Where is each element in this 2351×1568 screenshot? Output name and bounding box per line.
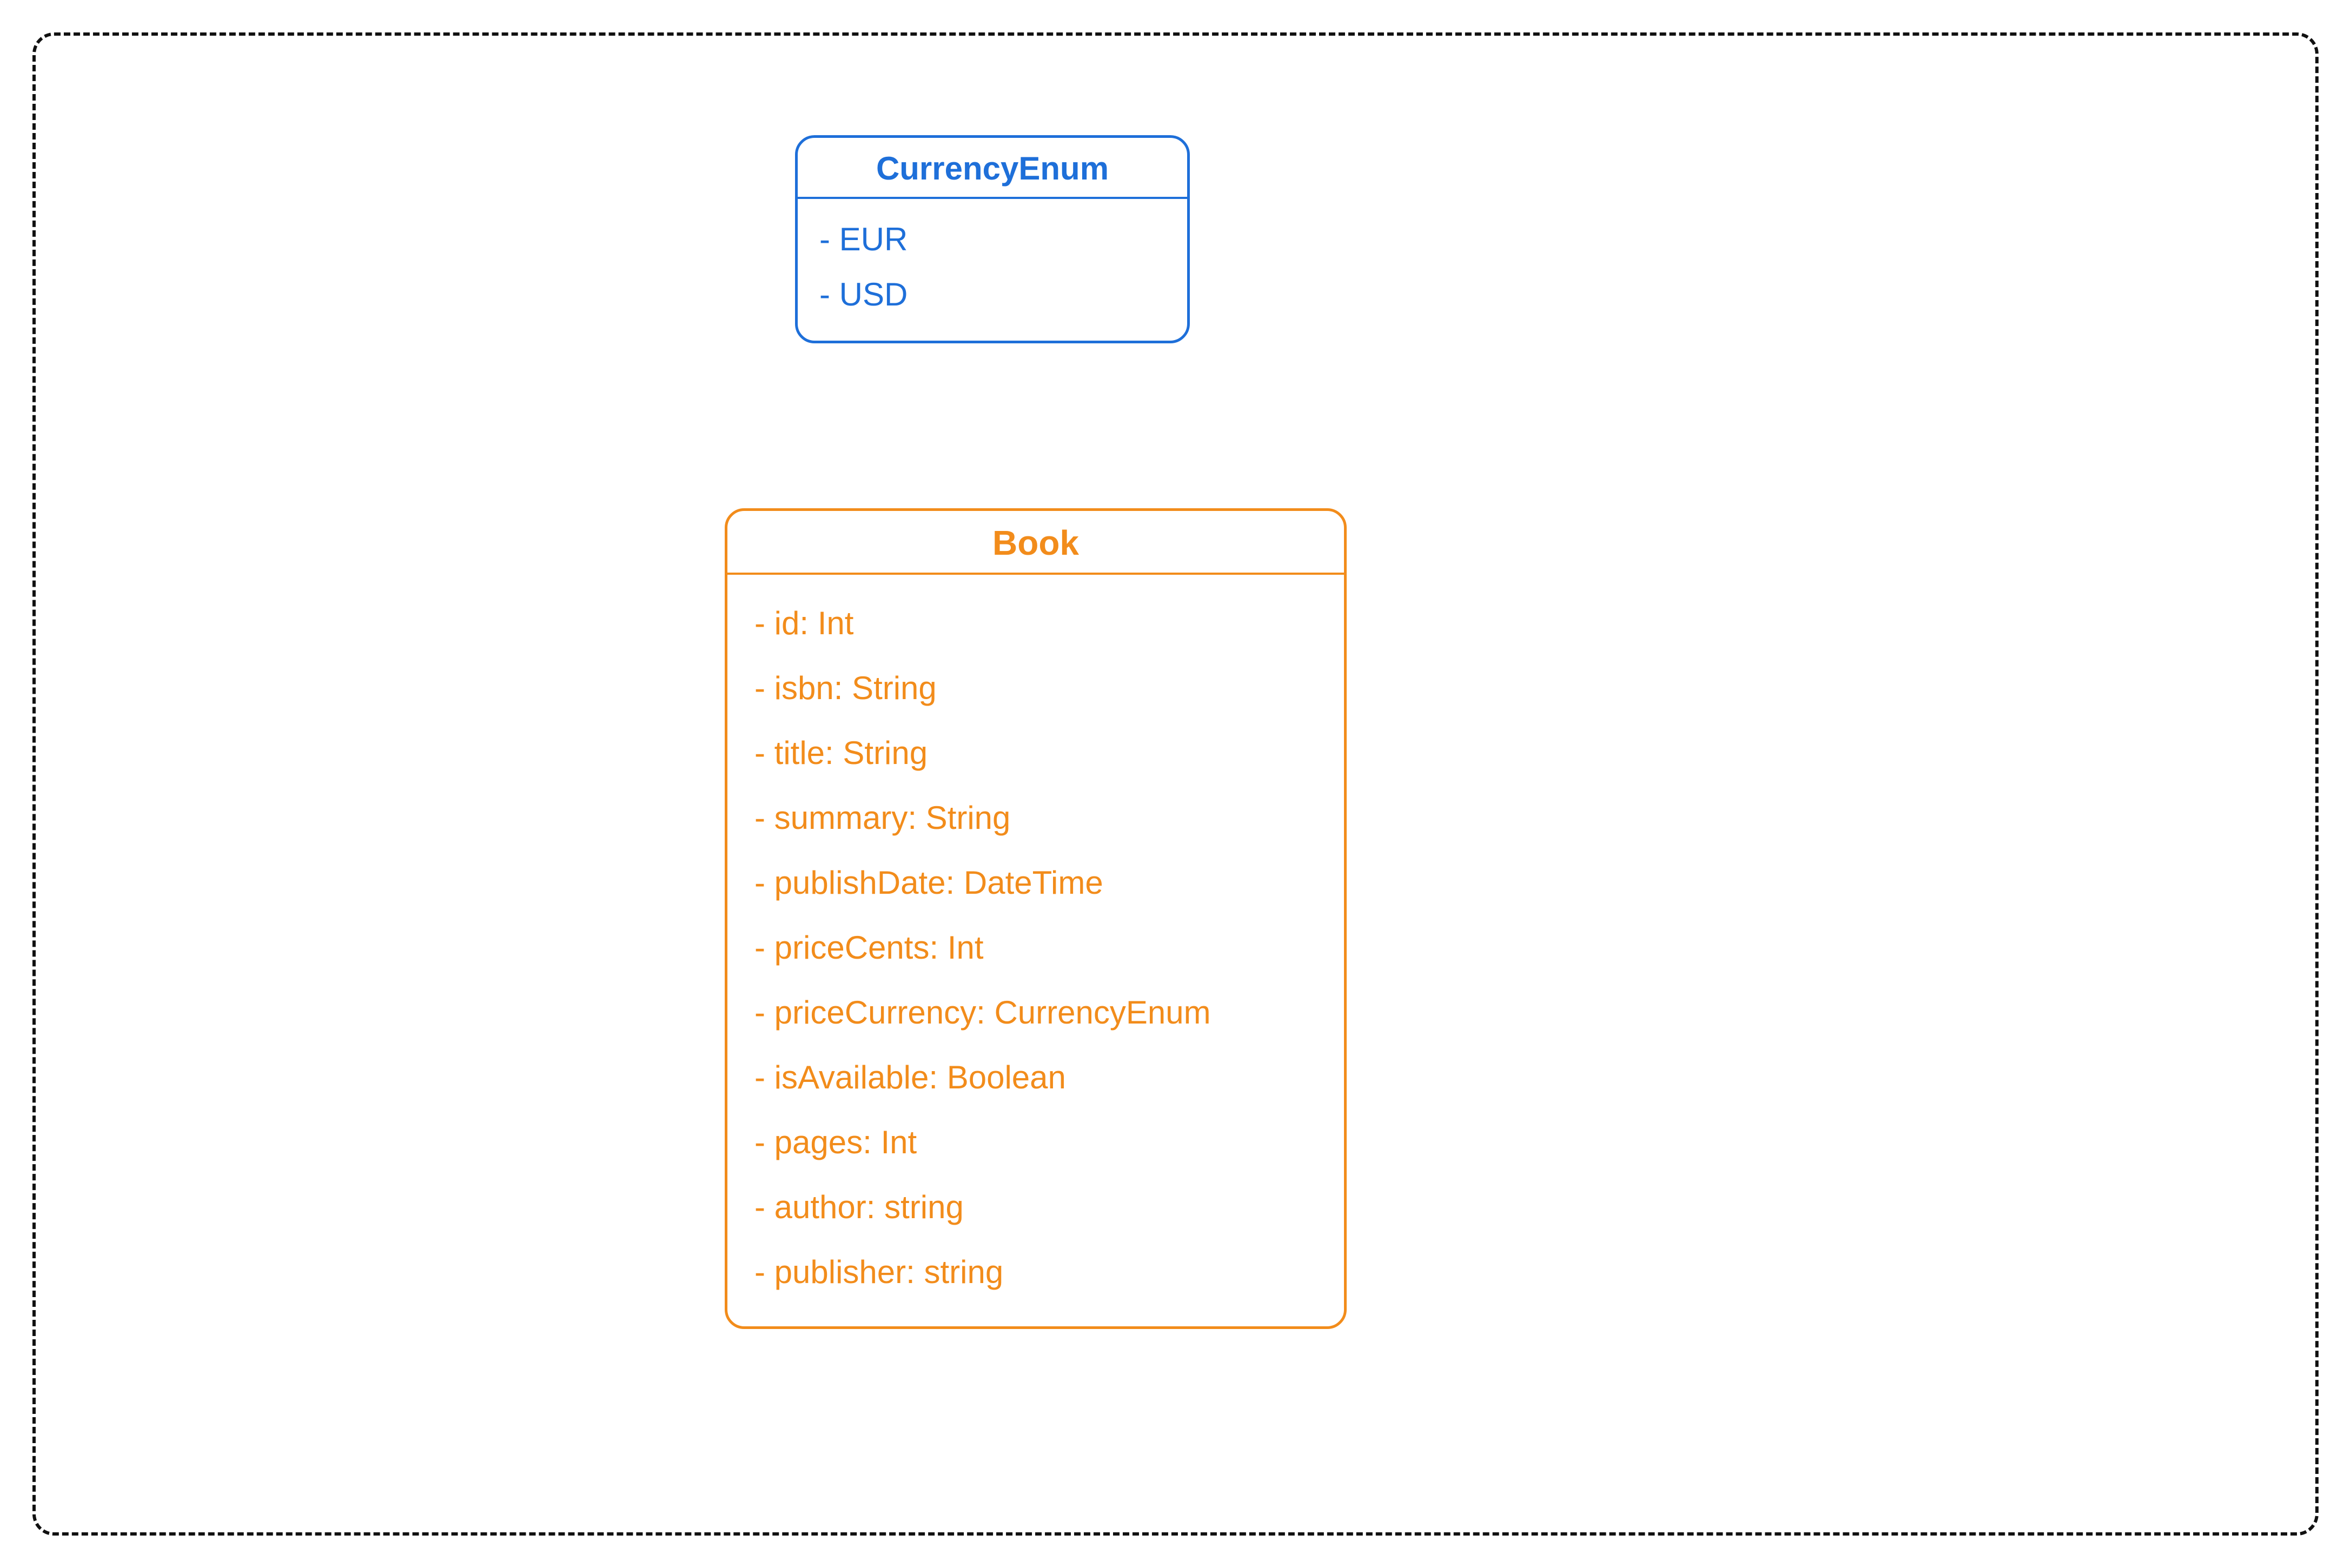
enum-currency: CurrencyEnum - EUR - USD — [795, 135, 1190, 343]
class-field: - pages: Int — [754, 1110, 1317, 1175]
class-field: - isAvailable: Boolean — [754, 1045, 1317, 1110]
enum-title: CurrencyEnum — [798, 138, 1187, 199]
class-field: - author: string — [754, 1175, 1317, 1240]
class-field: - priceCurrency: CurrencyEnum — [754, 980, 1317, 1045]
class-field: - title: String — [754, 721, 1317, 786]
class-body: - id: Int - isbn: String - title: String… — [727, 575, 1344, 1326]
class-field: - publishDate: DateTime — [754, 851, 1317, 915]
diagram-canvas: CurrencyEnum - EUR - USD Book - id: Int … — [0, 0, 2351, 1568]
enum-value: - EUR — [819, 212, 1165, 267]
class-field: - summary: String — [754, 786, 1317, 851]
class-field: - id: Int — [754, 591, 1317, 656]
class-field: - priceCents: Int — [754, 915, 1317, 980]
enum-body: - EUR - USD — [798, 199, 1187, 341]
enum-value: - USD — [819, 267, 1165, 322]
class-title: Book — [727, 511, 1344, 575]
class-book: Book - id: Int - isbn: String - title: S… — [725, 508, 1347, 1329]
class-field: - isbn: String — [754, 656, 1317, 721]
class-field: - publisher: string — [754, 1240, 1317, 1305]
